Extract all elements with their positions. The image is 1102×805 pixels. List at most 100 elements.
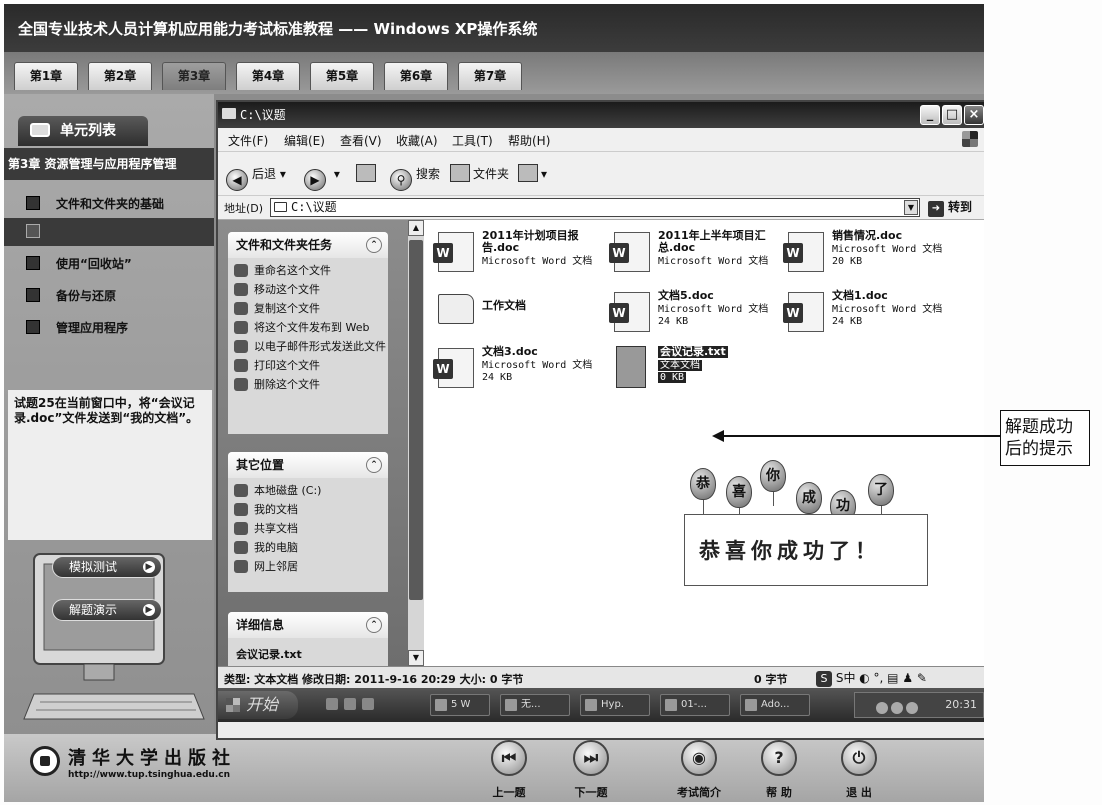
unit-item-label: 使用“回收站”: [56, 257, 132, 271]
scroll-thumb[interactable]: [409, 240, 423, 600]
menu-help[interactable]: 帮助(H): [508, 132, 550, 149]
unit-list-tab[interactable]: 单元列表: [18, 116, 148, 146]
file-item[interactable]: 2011年计划项目报告.doc Microsoft Word 文档: [433, 230, 613, 286]
forward-button[interactable]: ▶ ▾: [304, 162, 340, 191]
arrow-right-icon: ▶: [143, 561, 155, 573]
print-link[interactable]: 打印这个文件: [228, 359, 388, 372]
move-link[interactable]: 移动这个文件: [228, 283, 388, 296]
file-item[interactable]: 文档3.doc Microsoft Word 文档 24 KB: [433, 345, 613, 402]
file-item[interactable]: 文档5.doc Microsoft Word 文档 24 KB: [609, 290, 789, 346]
unit-item-current[interactable]: [4, 218, 214, 246]
details-group: 详细信息 ⌃ 会议记录.txt: [228, 612, 388, 666]
unit-item-backup[interactable]: 备份与还原: [4, 282, 214, 310]
collapse-icon[interactable]: ⌃: [366, 237, 382, 253]
network-link[interactable]: 网上邻居: [228, 560, 388, 573]
unit-item-label: 备份与还原: [56, 289, 117, 303]
file-name: 文档3.doc: [482, 345, 538, 358]
copy-link[interactable]: 复制这个文件: [228, 302, 388, 315]
folders-button[interactable]: 文件夹: [450, 162, 509, 188]
taskbar-item[interactable]: Hyp.: [580, 694, 650, 716]
tab-chapter-4[interactable]: 第4章: [236, 62, 300, 90]
menu-view[interactable]: 查看(V): [340, 132, 382, 149]
tray-icon[interactable]: [876, 702, 888, 714]
word-document-icon: [783, 292, 824, 332]
tab-chapter-6[interactable]: 第6章: [384, 62, 448, 90]
file-item[interactable]: 2011年上半年项目汇总.doc Microsoft Word 文档: [609, 230, 789, 286]
chapter-tab-strip: 第1章 第2章 第3章 第4章 第5章 第6章 第7章: [4, 52, 984, 94]
collapse-icon[interactable]: ⌃: [366, 617, 382, 633]
rename-link[interactable]: 重命名这个文件: [228, 264, 388, 277]
email-link[interactable]: 以电子邮件形式发送此文件: [228, 340, 388, 353]
back-button[interactable]: ◀ 后退 ▾: [226, 162, 286, 191]
taskbar: 开始 5 W 无... Hyp. 01-... Ado... 20:31: [218, 688, 984, 722]
file-item[interactable]: 文档1.doc Microsoft Word 文档 24 KB: [783, 290, 963, 346]
my-computer-link[interactable]: 我的电脑: [228, 541, 388, 554]
quick-launch-icon[interactable]: [326, 698, 338, 710]
tab-chapter-1[interactable]: 第1章: [14, 62, 78, 90]
go-button[interactable]: ➜ 转到: [928, 198, 972, 217]
file-size: 20 KB: [832, 256, 863, 267]
shared-documents-link[interactable]: 共享文档: [228, 522, 388, 535]
help-button[interactable]: ? 帮 助: [744, 738, 814, 802]
local-disk-label: 本地磁盘 (C:): [254, 484, 322, 497]
unit-item-label: 文件和文件夹的基础: [56, 197, 165, 211]
maximize-button[interactable]: □: [942, 105, 962, 125]
collapse-icon[interactable]: ⌃: [366, 457, 382, 473]
taskbar-item[interactable]: 5 W: [430, 694, 490, 716]
minimize-button[interactable]: _: [920, 105, 940, 125]
unit-item-recycle-bin[interactable]: 使用“回收站”: [4, 250, 214, 278]
publish-web-link[interactable]: 将这个文件发布到 Web: [228, 321, 388, 334]
up-folder-button[interactable]: [356, 162, 379, 188]
menu-favorites[interactable]: 收藏(A): [396, 132, 438, 149]
folder-item[interactable]: 工作文档: [438, 290, 613, 346]
tray-icon[interactable]: [891, 702, 903, 714]
file-type: Microsoft Word 文档: [658, 256, 769, 267]
search-button[interactable]: ⚲ 搜索: [390, 162, 440, 191]
views-button[interactable]: ▾: [518, 162, 547, 188]
tab-chapter-5[interactable]: 第5章: [310, 62, 374, 90]
file-item-selected[interactable]: 会议记录.txt 文本文档 0 KB: [614, 346, 789, 402]
address-bar: 地址(D) C:\议题 ▼ ➜ 转到: [218, 196, 984, 220]
demo-label: 解题演示: [69, 603, 118, 617]
details-header[interactable]: 详细信息 ⌃: [228, 612, 388, 638]
local-disk-link[interactable]: 本地磁盘 (C:): [228, 484, 388, 497]
task-pane-scrollbar[interactable]: ▲ ▼: [408, 220, 424, 666]
ime-toolbar[interactable]: S S中 ◐ °, ▤ ♟ ✎: [816, 669, 982, 687]
demo-button[interactable]: 解题演示 ▶: [52, 599, 162, 621]
tab-chapter-2[interactable]: 第2章: [88, 62, 152, 90]
menu-tools[interactable]: 工具(T): [452, 132, 493, 149]
unit-item-basics[interactable]: 文件和文件夹的基础: [4, 190, 214, 218]
explorer-title: C:\议题: [240, 108, 286, 122]
menu-edit[interactable]: 编辑(E): [284, 132, 325, 149]
tab-chapter-3[interactable]: 第3章: [162, 62, 226, 90]
scroll-down-button[interactable]: ▼: [408, 650, 424, 666]
file-tasks-header[interactable]: 文件和文件夹任务 ⌃: [228, 232, 388, 258]
address-dropdown-button[interactable]: ▼: [904, 200, 918, 215]
start-button[interactable]: 开始: [218, 691, 298, 719]
chapter-header: 第3章 资源管理与应用程序管理: [4, 148, 214, 180]
unit-item-apps[interactable]: 管理应用程序: [4, 314, 214, 342]
quick-launch-icon[interactable]: [362, 698, 374, 710]
sim-test-label: 模拟测试: [69, 560, 118, 574]
previous-question-button[interactable]: ⏮ 上一题: [474, 738, 544, 802]
menu-file[interactable]: 文件(F): [228, 132, 268, 149]
sim-test-button[interactable]: 模拟测试 ▶: [52, 556, 162, 578]
tab-chapter-7[interactable]: 第7章: [458, 62, 522, 90]
address-field[interactable]: C:\议题: [270, 198, 920, 217]
close-button[interactable]: ×: [964, 105, 984, 125]
folder-icon: [234, 503, 248, 516]
other-places-header[interactable]: 其它位置 ⌃: [228, 452, 388, 478]
copy-icon: [234, 302, 248, 315]
taskbar-item[interactable]: 01-...: [660, 694, 730, 716]
scroll-up-button[interactable]: ▲: [408, 220, 424, 236]
quick-launch-icon[interactable]: [344, 698, 356, 710]
taskbar-item[interactable]: Ado...: [740, 694, 810, 716]
exit-button[interactable]: ⏻ 退 出: [824, 738, 894, 802]
file-item[interactable]: 销售情况.doc Microsoft Word 文档 20 KB: [783, 230, 963, 286]
next-question-button[interactable]: ⏭ 下一题: [556, 738, 626, 802]
tray-icon[interactable]: [906, 702, 918, 714]
delete-link[interactable]: 删除这个文件: [228, 378, 388, 391]
exam-intro-button[interactable]: ◉ 考试简介: [664, 738, 734, 802]
my-documents-link[interactable]: 我的文档: [228, 503, 388, 516]
taskbar-item[interactable]: 无...: [500, 694, 570, 716]
